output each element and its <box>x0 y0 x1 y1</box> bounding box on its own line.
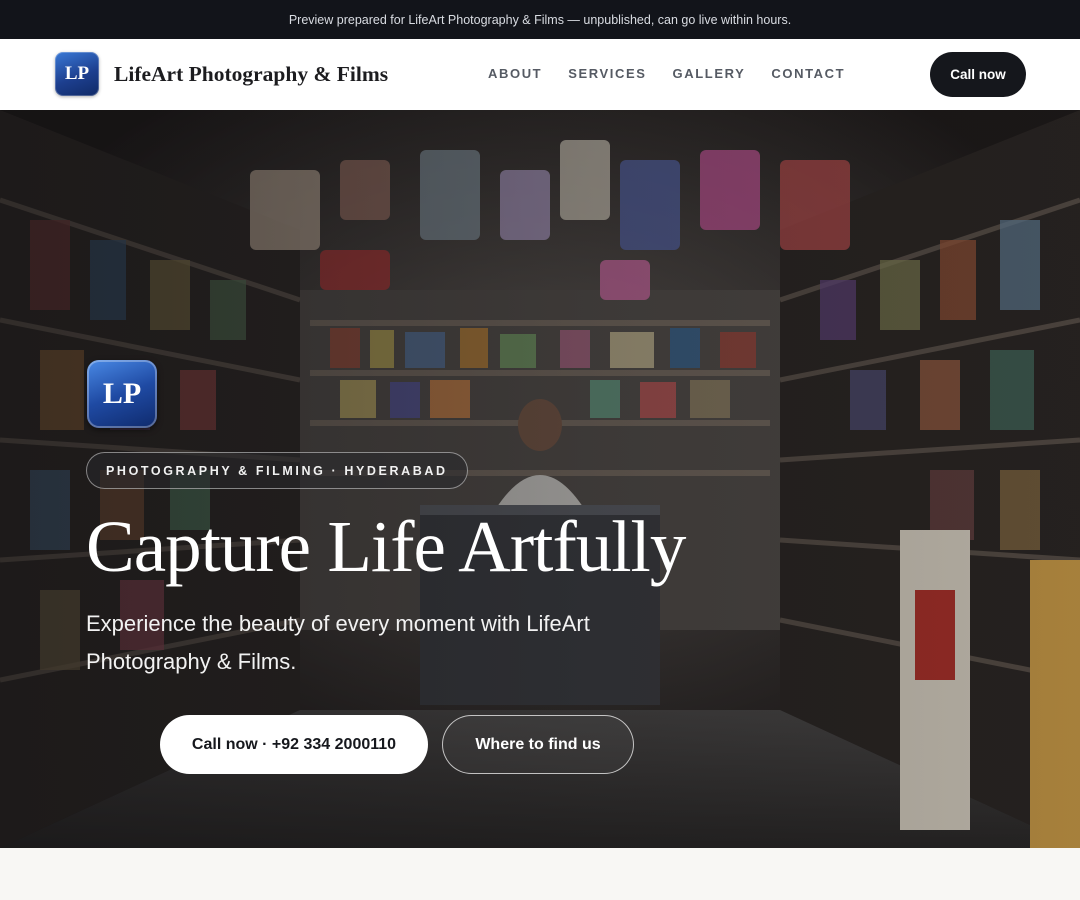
nav-link-about[interactable]: ABOUT <box>488 66 542 81</box>
call-now-button[interactable]: Call now <box>930 52 1026 97</box>
call-phone-button[interactable]: Call now · +92 334 2000110 <box>160 715 428 774</box>
nav-link-services[interactable]: SERVICES <box>568 66 646 81</box>
hero-tagline-badge: PHOTOGRAPHY & FILMING · HYDERABAD <box>86 452 468 489</box>
find-us-button[interactable]: Where to find us <box>442 715 634 774</box>
announcement-bar: Preview prepared for LifeArt Photography… <box>0 0 1080 39</box>
hero-title: Capture Life Artfully <box>86 506 686 587</box>
announcement-text: Preview prepared for LifeArt Photography… <box>288 12 792 27</box>
site-header: LP LifeArt Photography & Films ABOUT SER… <box>0 39 1080 111</box>
brand-link[interactable]: LP LifeArt Photography & Films <box>55 52 388 96</box>
main-nav: ABOUT SERVICES GALLERY CONTACT <box>488 66 845 81</box>
hero-subtitle: Experience the beauty of every moment wi… <box>86 611 590 674</box>
nav-link-gallery[interactable]: GALLERY <box>673 66 746 81</box>
nav-link-contact[interactable]: CONTACT <box>771 66 845 81</box>
brand-name: LifeArt Photography & Films <box>114 61 389 86</box>
hero-section: LP PHOTOGRAPHY & FILMING · HYDERABAD Cap… <box>0 110 1080 848</box>
brand-logo: LP <box>55 52 99 96</box>
hero-logo: LP <box>87 360 157 428</box>
